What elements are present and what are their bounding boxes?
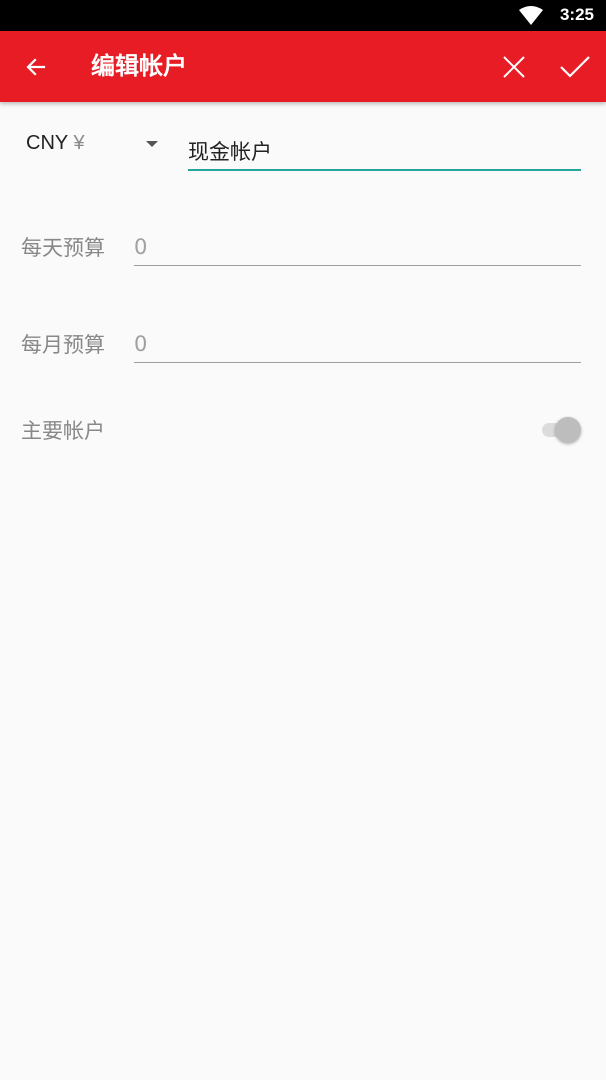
check-icon xyxy=(560,56,590,78)
daily-budget-input[interactable] xyxy=(134,229,581,266)
toggle-thumb xyxy=(555,417,581,443)
currency-value: CNY ¥ xyxy=(26,132,85,155)
currency-code: CNY xyxy=(26,132,68,154)
wifi-icon xyxy=(519,6,543,25)
primary-account-label: 主要帐户 xyxy=(21,419,105,443)
close-icon xyxy=(503,56,525,78)
back-arrow-icon xyxy=(26,58,46,76)
dropdown-arrow-icon xyxy=(146,141,158,147)
status-time: 3:25 xyxy=(559,5,594,24)
save-button[interactable] xyxy=(551,43,599,91)
monthly-budget-label: 每月预算 xyxy=(21,333,105,357)
back-button[interactable] xyxy=(12,43,60,91)
primary-account-toggle[interactable] xyxy=(540,416,584,444)
currency-symbol: ¥ xyxy=(73,132,85,154)
daily-budget-label: 每天预算 xyxy=(21,236,105,260)
close-button[interactable] xyxy=(490,43,538,91)
currency-dropdown[interactable]: CNY ¥ xyxy=(20,124,168,168)
status-bar: 3:25 xyxy=(0,0,606,31)
app-bar: 编辑帐户 xyxy=(0,31,606,102)
account-name-input[interactable] xyxy=(188,133,581,171)
monthly-budget-input[interactable] xyxy=(134,326,581,363)
page-title: 编辑帐户 xyxy=(91,52,187,80)
